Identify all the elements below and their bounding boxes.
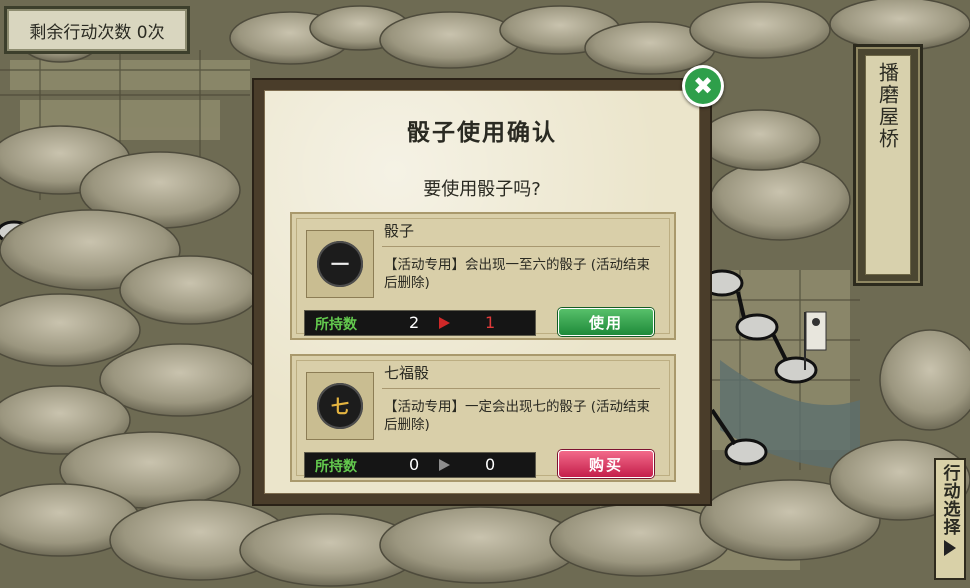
held-count-bar: 所持数 2 1 [304,310,536,336]
location-name-plate: 播磨屋桥 [853,44,923,286]
held-label: 所持数 [315,317,357,333]
die-7-icon: 七 [306,372,374,440]
actions-remaining-panel: 剩余行动次数 0次 [4,6,190,54]
held-after: 1 [485,313,496,332]
close-icon: ✖ [685,68,721,104]
arrow-right-icon [439,459,450,471]
buy-button[interactable]: 购买 [558,450,654,478]
item-description: 【活动专用】会出现一至六的骰子 (活动结束后删除) [384,257,651,291]
held-count-bar: 所持数 0 0 [304,452,536,478]
held-after: 0 [485,455,496,474]
dialog-title: 骰子使用确认 [407,119,557,146]
close-button[interactable]: ✖ [682,65,724,107]
actions-remaining-text: 剩余行动次数 0次 [29,22,165,43]
die-1-icon: 一 [306,230,374,298]
item-name: 骰子 [384,222,415,240]
action-select-label: 行动选择 [939,464,960,536]
action-select-tab[interactable]: 行动选择 [934,458,966,580]
location-name: 播磨屋桥 [875,62,900,150]
held-label: 所持数 [315,459,357,475]
use-button[interactable]: 使用 [558,308,654,336]
die-face: 一 [317,241,363,287]
held-current: 2 [409,313,420,332]
held-current: 0 [409,455,420,474]
divider [382,388,660,389]
item-description: 【活动专用】一定会出现七的骰子 (活动结束后删除) [384,399,651,433]
item-card-dice: 一 骰子 【活动专用】会出现一至六的骰子 (活动结束后删除) 所持数 2 1 使… [290,212,676,340]
arrow-right-icon [944,540,956,556]
divider [382,246,660,247]
item-card-lucky-dice: 七 七福骰 【活动专用】一定会出现七的骰子 (活动结束后删除) 所持数 0 0 … [290,354,676,482]
arrow-right-icon [439,317,450,329]
dialog-question: 要使用骰子吗? [423,179,541,200]
die-face: 七 [317,383,363,429]
item-name: 七福骰 [384,364,430,382]
